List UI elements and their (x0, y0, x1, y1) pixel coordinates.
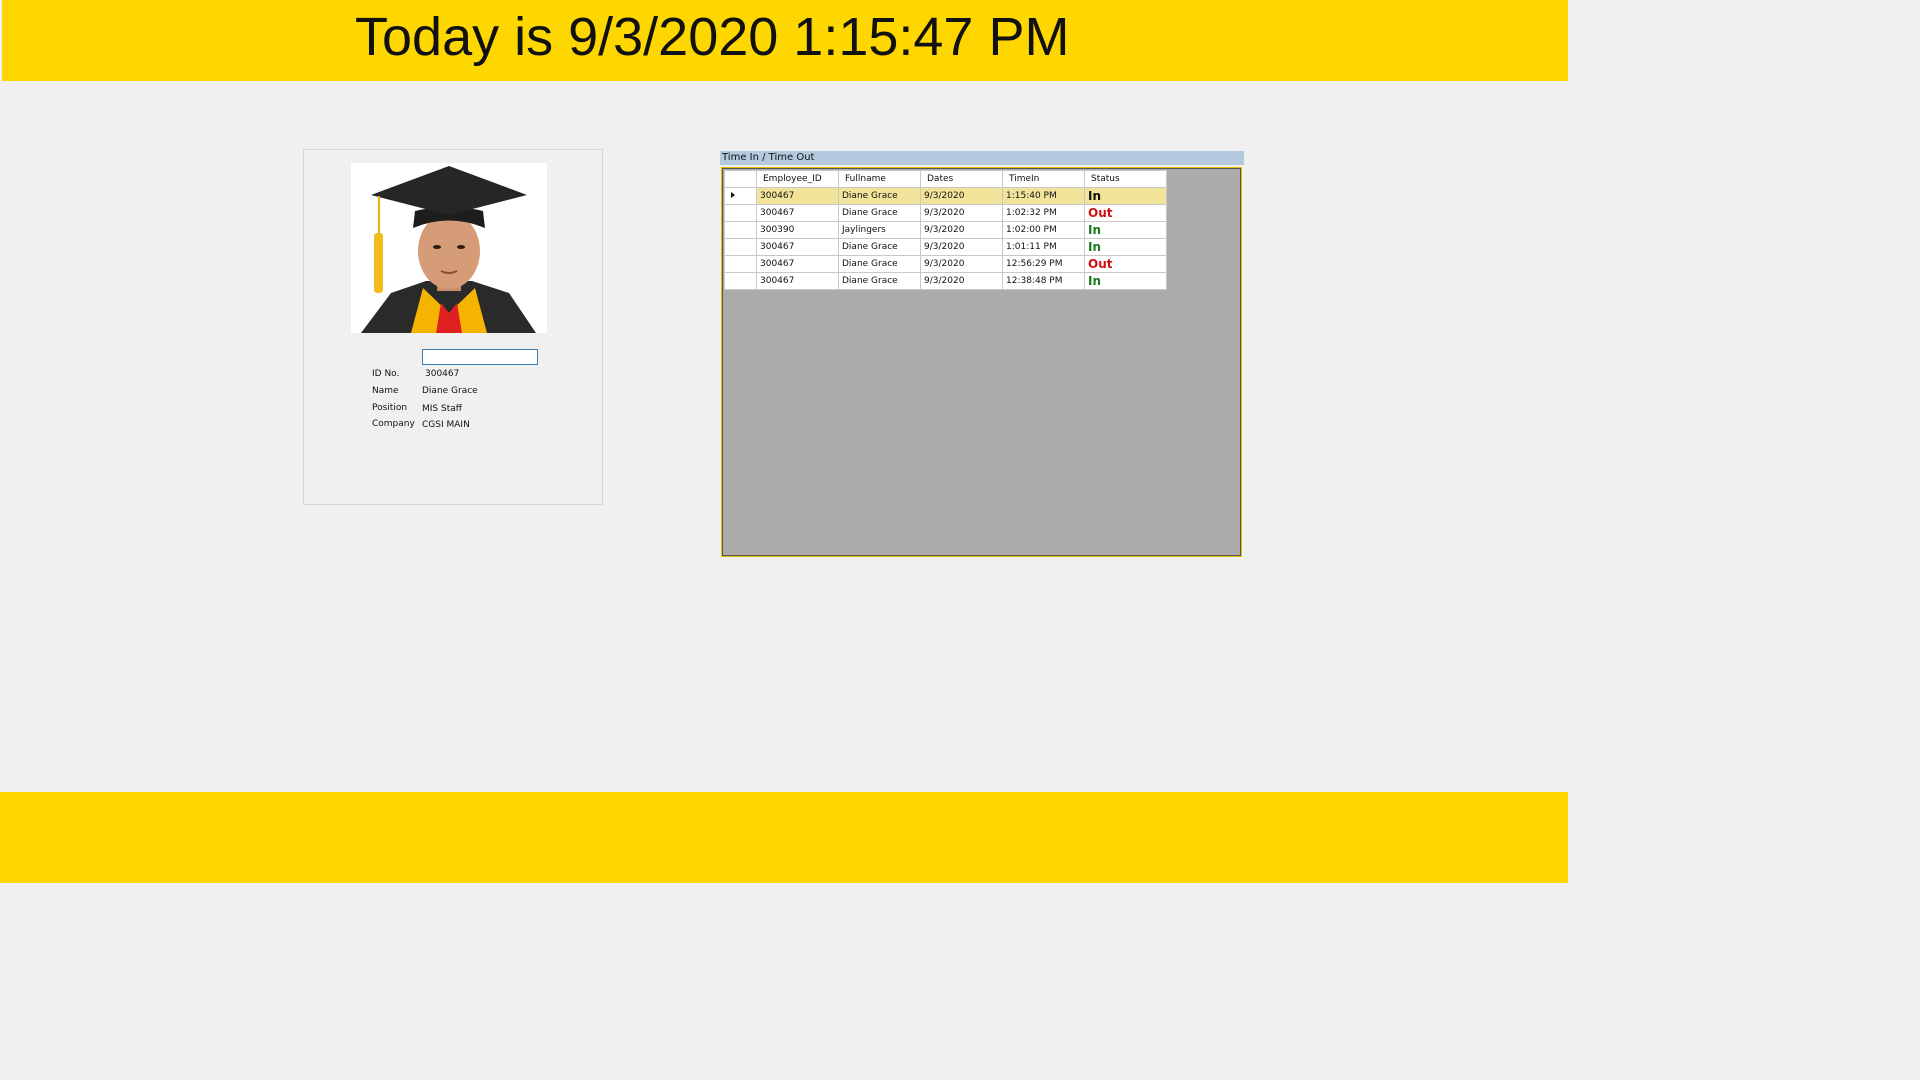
id-no-label: ID No. (372, 369, 400, 379)
row-header[interactable] (724, 238, 757, 256)
cell-employee-id[interactable]: 300467 (756, 255, 839, 273)
column-header-fullname[interactable]: Fullname (838, 170, 921, 188)
cell-time-in[interactable]: 12:56:29 PM (1002, 255, 1085, 273)
table-header-row: Employee_ID Fullname Dates TimeIn Status (724, 170, 1167, 188)
cell-date[interactable]: 9/3/2020 (920, 187, 1003, 205)
current-row-arrow-icon (731, 192, 735, 198)
position-value: MIS Staff (422, 404, 462, 414)
cell-employee-id[interactable]: 300467 (756, 204, 839, 222)
column-header-status[interactable]: Status (1084, 170, 1167, 188)
cell-date[interactable]: 9/3/2020 (920, 204, 1003, 222)
cell-time-in[interactable]: 1:02:32 PM (1002, 204, 1085, 222)
cell-employee-id[interactable]: 300467 (756, 238, 839, 256)
cell-fullname[interactable]: Diane Grace (838, 255, 921, 273)
cell-time-in[interactable]: 1:02:00 PM (1002, 221, 1085, 239)
name-value: Diane Grace (422, 386, 478, 396)
cell-date[interactable]: 9/3/2020 (920, 238, 1003, 256)
row-header[interactable] (724, 204, 757, 222)
row-header[interactable] (724, 255, 757, 273)
employee-photo (351, 163, 547, 333)
table-row[interactable]: 300390 Jaylingers 9/3/2020 1:02:00 PM In (724, 221, 1167, 239)
name-label: Name (372, 386, 399, 396)
cell-status[interactable]: Out (1084, 255, 1167, 273)
cell-employee-id[interactable]: 300390 (756, 221, 839, 239)
time-log-grid[interactable]: Employee_ID Fullname Dates TimeIn Status… (721, 167, 1242, 557)
row-header[interactable] (724, 272, 757, 290)
cell-status[interactable]: In (1084, 238, 1167, 256)
cell-date[interactable]: 9/3/2020 (920, 272, 1003, 290)
cell-date[interactable]: 9/3/2020 (920, 221, 1003, 239)
cell-date[interactable]: 9/3/2020 (920, 255, 1003, 273)
cell-fullname[interactable]: Jaylingers (838, 221, 921, 239)
position-label: Position (372, 403, 408, 413)
cell-fullname[interactable]: Diane Grace (838, 272, 921, 290)
cell-employee-id[interactable]: 300467 (756, 187, 839, 205)
cell-status[interactable]: In (1084, 187, 1167, 205)
table-row[interactable]: 300467 Diane Grace 9/3/2020 1:15:40 PM I… (724, 187, 1167, 205)
cell-fullname[interactable]: Diane Grace (838, 238, 921, 256)
cell-time-in[interactable]: 1:15:40 PM (1002, 187, 1085, 205)
table-row[interactable]: 300467 Diane Grace 9/3/2020 1:02:32 PM O… (724, 204, 1167, 222)
cell-time-in[interactable]: 12:38:48 PM (1002, 272, 1085, 290)
date-time-display: Today is 9/3/2020 1:15:47 PM (355, 7, 1070, 67)
employee-profile-panel: ID No. 300467 Name Diane Grace Position … (303, 149, 603, 505)
bottom-banner (0, 792, 1568, 883)
company-value: CGSI MAIN (422, 420, 470, 430)
cell-fullname[interactable]: Diane Grace (838, 187, 921, 205)
cell-status[interactable]: Out (1084, 204, 1167, 222)
time-log-table[interactable]: Employee_ID Fullname Dates TimeIn Status… (724, 170, 1167, 290)
column-header-dates[interactable]: Dates (920, 170, 1003, 188)
cell-status[interactable]: In (1084, 272, 1167, 290)
cell-employee-id[interactable]: 300467 (756, 272, 839, 290)
row-header[interactable] (724, 221, 757, 239)
row-header-corner[interactable] (724, 170, 757, 188)
cell-fullname[interactable]: Diane Grace (838, 204, 921, 222)
top-banner: Today is 9/3/2020 1:15:47 PM (2, 0, 1568, 81)
company-label: Company (372, 419, 415, 429)
table-row[interactable]: 300467 Diane Grace 9/3/2020 12:38:48 PM … (724, 272, 1167, 290)
column-header-employee-id[interactable]: Employee_ID (756, 170, 839, 188)
row-header[interactable] (724, 187, 757, 205)
time-log-caption: Time In / Time Out (720, 151, 1244, 165)
table-row[interactable]: 300467 Diane Grace 9/3/2020 1:01:11 PM I… (724, 238, 1167, 256)
employee-id-scan-input[interactable] (422, 349, 538, 365)
table-row[interactable]: 300467 Diane Grace 9/3/2020 12:56:29 PM … (724, 255, 1167, 273)
cell-time-in[interactable]: 1:01:11 PM (1002, 238, 1085, 256)
id-no-value: 300467 (425, 369, 460, 379)
column-header-timein[interactable]: TimeIn (1002, 170, 1085, 188)
graduate-portrait-image (351, 163, 547, 333)
cell-status[interactable]: In (1084, 221, 1167, 239)
